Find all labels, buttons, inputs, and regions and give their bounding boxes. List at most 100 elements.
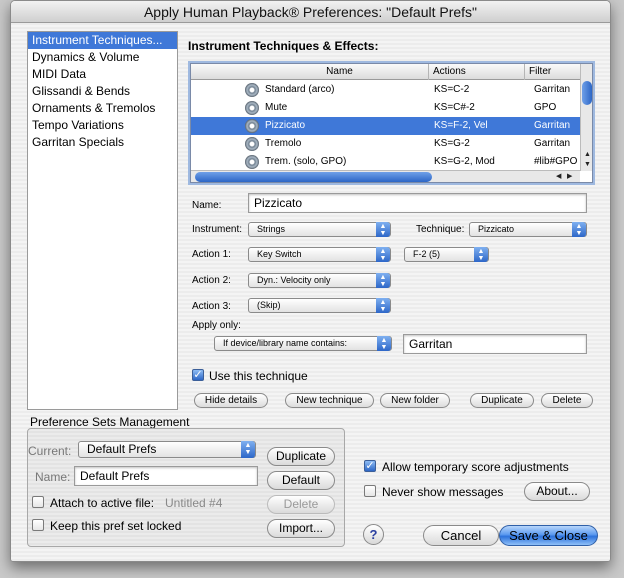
table-horizontal-scrollbar[interactable]: ◀ ▶ [191, 170, 580, 182]
row-name: Pizzicato [265, 120, 306, 131]
attach-file-checkbox[interactable] [32, 496, 44, 508]
scroll-left-arrow-icon[interactable]: ◀ [556, 172, 561, 182]
category-item-ornaments-tremolos[interactable]: Ornaments & Tremolos [28, 100, 177, 117]
table-row[interactable]: Standard (arco) KS=C-2 Garritan [191, 81, 580, 99]
row-filter: Garritan [534, 84, 571, 95]
apply-only-value: If device/library name contains: [223, 338, 348, 348]
never-show-messages-checkbox[interactable] [364, 485, 376, 497]
help-icon[interactable]: ? [363, 524, 384, 545]
lock-set-checkbox[interactable] [32, 519, 44, 531]
popup-arrows-icon: ▲ ▼ [241, 441, 255, 458]
row-actions: KS=C-2 [434, 84, 470, 95]
row-name: Trem. (solo, GPO) [265, 156, 347, 167]
scroll-up-arrow-icon[interactable]: ▲ [584, 150, 591, 160]
about-button[interactable]: About... [524, 482, 590, 501]
table-row[interactable]: Trem. (solo, GPO) KS=G-2, Mod #lib#GPO [191, 153, 580, 171]
category-list[interactable]: Instrument Techniques... Dynamics & Volu… [27, 31, 178, 410]
category-item-glissandi-bends[interactable]: Glissandi & Bends [28, 83, 177, 100]
row-filter: Garritan [534, 138, 571, 149]
action2-popup[interactable]: Dyn.: Velocity only ▲ ▼ [248, 273, 391, 288]
use-technique-label: Use this technique [209, 369, 308, 383]
table-row[interactable]: Mute KS=C#-2 GPO [191, 99, 580, 117]
name-label: Name: [192, 200, 222, 211]
popup-arrows-icon: ▲ ▼ [376, 247, 390, 262]
popup-arrows-icon: ▲ ▼ [474, 247, 488, 262]
hide-details-button[interactable]: Hide details [194, 393, 268, 408]
popup-arrows-icon: ▲ ▼ [376, 273, 390, 288]
column-header-name[interactable]: Name [191, 64, 428, 80]
table-row[interactable]: Tremolo KS=G-2 Garritan [191, 135, 580, 153]
techniques-table[interactable]: Name Actions Filter Standard (arco) KS=C… [188, 61, 595, 185]
scroll-down-arrow-icon[interactable]: ▼ [584, 160, 591, 170]
duplicate-technique-button[interactable]: Duplicate [470, 393, 534, 408]
apply-only-popup[interactable]: If device/library name contains: ▲ ▼ [214, 336, 392, 351]
default-set-button[interactable]: Default [267, 471, 335, 490]
action3-label: Action 3: [192, 301, 231, 312]
delete-technique-button[interactable]: Delete [541, 393, 593, 408]
set-name-label: Name: [35, 470, 71, 484]
instrument-popup[interactable]: Strings ▲ ▼ [248, 222, 391, 237]
action2-value: Dyn.: Velocity only [257, 275, 331, 285]
action1-param-value: F-2 (5) [413, 249, 440, 259]
new-folder-button[interactable]: New folder [380, 393, 450, 408]
row-actions: KS=G-2, Mod [434, 156, 495, 167]
attach-file-name: Untitled #4 [165, 496, 223, 510]
action1-popup[interactable]: Key Switch ▲ ▼ [248, 247, 391, 262]
table-row-selected[interactable]: Pizzicato KS=F-2, Vel Garritan [191, 117, 580, 135]
popup-arrows-icon: ▲ ▼ [572, 222, 586, 237]
current-label: Current: [28, 444, 72, 458]
gear-icon [245, 155, 259, 169]
scroll-right-arrow-icon[interactable]: ▶ [567, 172, 572, 182]
instrument-value: Strings [257, 224, 286, 234]
category-item-instrument-techniques[interactable]: Instrument Techniques... [28, 32, 177, 49]
prefsets-title: Preference Sets Management [30, 415, 190, 429]
set-name-field[interactable]: Default Prefs [74, 466, 258, 486]
row-filter: GPO [534, 102, 557, 113]
device-name-field[interactable]: Garritan [403, 334, 587, 354]
category-item-tempo-variations[interactable]: Tempo Variations [28, 117, 177, 134]
category-item-garritan-specials[interactable]: Garritan Specials [28, 134, 177, 151]
new-technique-button[interactable]: New technique [285, 393, 374, 408]
current-set-popup[interactable]: Default Prefs ▲ ▼ [78, 441, 256, 458]
gear-icon [245, 83, 259, 97]
row-filter: Garritan [534, 120, 571, 131]
action1-param-popup[interactable]: F-2 (5) ▲ ▼ [404, 247, 489, 262]
column-header-actions[interactable]: Actions [428, 64, 524, 80]
use-technique-checkbox[interactable]: ✓ [192, 369, 204, 381]
save-close-button[interactable]: Save & Close [499, 525, 598, 546]
row-actions: KS=F-2, Vel [434, 120, 488, 131]
attach-file-label: Attach to active file: [50, 496, 155, 510]
import-set-button[interactable]: Import... [267, 519, 335, 538]
popup-arrows-icon: ▲ ▼ [377, 336, 391, 351]
category-item-midi-data[interactable]: MIDI Data [28, 66, 177, 83]
table-header: Name Actions Filter [191, 64, 580, 80]
lock-set-label: Keep this pref set locked [50, 519, 182, 533]
apply-only-label: Apply only: [192, 320, 241, 331]
category-item-dynamics-volume[interactable]: Dynamics & Volume [28, 49, 177, 66]
never-show-messages-label: Never show messages [382, 485, 504, 499]
duplicate-set-button[interactable]: Duplicate [267, 447, 335, 466]
horizontal-scroll-thumb[interactable] [195, 172, 432, 182]
allow-temporary-adjustments-checkbox[interactable]: ✓ [364, 460, 376, 472]
current-set-value: Default Prefs [87, 442, 157, 456]
gear-icon [245, 137, 259, 151]
popup-arrows-icon: ▲ ▼ [376, 222, 390, 237]
popup-arrows-icon: ▲ ▼ [376, 298, 390, 313]
technique-popup[interactable]: Pizzicato ▲ ▼ [469, 222, 587, 237]
gear-icon [245, 119, 259, 133]
cancel-button[interactable]: Cancel [423, 525, 499, 546]
vertical-scroll-thumb[interactable] [582, 81, 592, 105]
technique-name-field[interactable]: Pizzicato [248, 193, 587, 213]
action3-popup[interactable]: (Skip) ▲ ▼ [248, 298, 391, 313]
action3-value: (Skip) [257, 300, 281, 310]
action1-label: Action 1: [192, 249, 231, 260]
row-actions: KS=C#-2 [434, 102, 475, 113]
preferences-window: Apply Human Playback® Preferences: "Defa… [10, 0, 611, 562]
title-bar[interactable]: Apply Human Playback® Preferences: "Defa… [11, 1, 610, 23]
technique-label: Technique: [416, 224, 465, 235]
window-title: Apply Human Playback® Preferences: "Defa… [143, 4, 478, 20]
action2-label: Action 2: [192, 275, 231, 286]
delete-set-button[interactable]: Delete [267, 495, 335, 514]
table-vertical-scrollbar[interactable]: ▲ ▼ [580, 64, 592, 171]
column-header-filter[interactable]: Filter [524, 64, 580, 80]
